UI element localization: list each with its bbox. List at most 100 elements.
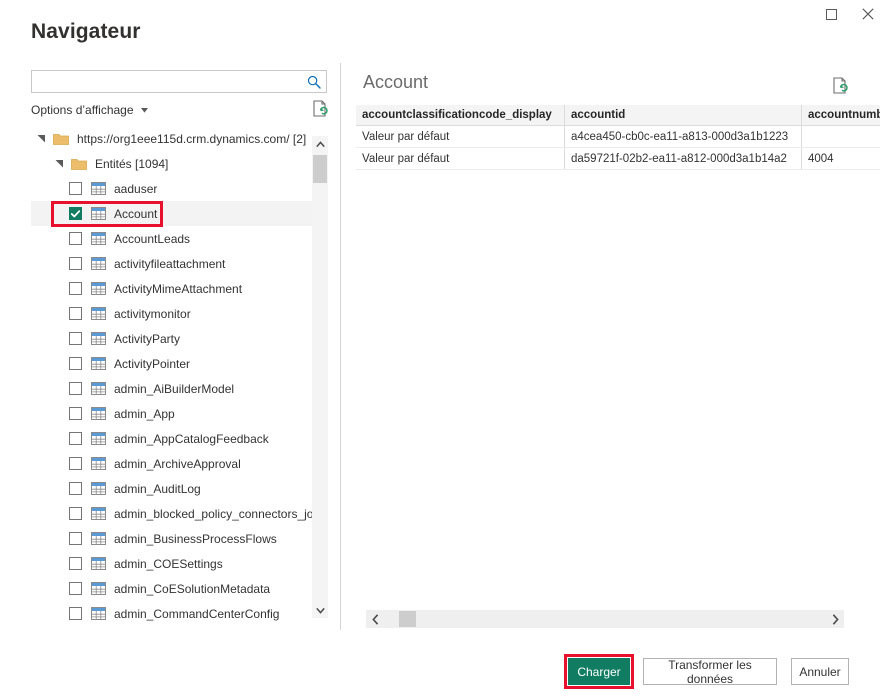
scroll-left-button[interactable] [366,610,384,628]
entity-checkbox[interactable] [69,507,82,520]
entity-checkbox[interactable] [69,407,82,420]
tree-item-admin-blocked-policy-connectors-join[interactable]: admin_blocked_policy_connectors_join [31,501,328,526]
expand-collapse-icon[interactable] [53,158,65,170]
table-icon [91,457,106,470]
tree-item-admin-coesolutionmetadata[interactable]: admin_CoESolutionMetadata [31,576,328,601]
tree-item-activityparty[interactable]: ActivityParty [31,326,328,351]
maximize-icon [825,8,837,20]
entity-checkbox[interactable] [69,307,82,320]
table-icon [91,357,106,370]
table-icon [91,282,106,295]
tree-item-aaduser[interactable]: aaduser [31,176,328,201]
table-row[interactable]: Valeur par défaut a4cea450-cb0c-ea11-a81… [356,125,880,148]
entity-checkbox[interactable] [69,282,82,295]
search-input[interactable] [32,71,304,92]
chevron-left-icon [371,613,378,625]
tree-item-label: admin_CoESolutionMetadata [114,581,271,596]
entity-checkbox[interactable] [69,457,82,470]
entity-checkbox[interactable] [69,332,82,345]
entity-checkbox[interactable] [69,432,82,445]
tree-item-activitypointer[interactable]: ActivityPointer [31,351,328,376]
cancel-button[interactable]: Annuler [791,658,849,685]
close-button[interactable] [845,0,880,28]
folder-icon [53,132,69,146]
column-header[interactable]: accountclassificationcode_display [356,105,565,126]
table-cell: Valeur par défaut [356,125,565,148]
transform-data-button[interactable]: Transformer les données [643,658,777,686]
tree-item-admin-appcatalogfeedback[interactable]: admin_AppCatalogFeedback [31,426,328,451]
tree-item-admin-coesettings[interactable]: admin_COESettings [31,551,328,576]
entity-checkbox[interactable] [69,357,82,370]
tree-item-label: admin_blocked_policy_connectors_join [114,506,323,521]
table-row[interactable]: Valeur par défaut da59721f-02b2-ea11-a81… [356,147,880,170]
entity-checkbox[interactable] [69,482,82,495]
tree-item-label: activityfileattachment [114,256,226,271]
table-icon [91,407,106,420]
entity-checkbox[interactable] [69,532,82,545]
tree-item-label: admin_CommandCenterConfig [114,606,280,621]
entity-tree[interactable]: https://org1eee115d.crm.dynamics.com/ [2… [31,126,328,630]
tree-item-label: aaduser [114,181,158,196]
tree-item-account[interactable]: Account [31,201,328,226]
tree-item-label: admin_COESettings [114,556,223,571]
display-options-dropdown[interactable]: Options d’affichage [31,103,149,117]
scroll-up-button[interactable] [312,136,328,152]
table-cell: a4cea450-cb0c-ea11-a813-000d3a1b1223 [564,125,802,148]
table-icon [91,257,106,270]
table-cell: da59721f-02b2-ea11-a812-000d3a1b14a2 [564,147,802,170]
search-box[interactable] [31,70,327,93]
tree-item-label: AccountLeads [114,231,191,246]
preview-title: Account [363,72,429,92]
preview-table-head: accountclassificationcode_display accoun… [356,105,880,126]
tree-item-accountleads[interactable]: AccountLeads [31,226,328,251]
close-icon [862,8,874,20]
column-header[interactable]: accountnumb [801,105,880,126]
table-icon [91,332,106,345]
entity-checkbox[interactable] [69,207,82,220]
preview-table: accountclassificationcode_display accoun… [356,105,880,170]
entity-checkbox[interactable] [69,582,82,595]
entity-checkbox[interactable] [69,557,82,570]
tree-vertical-scrollbar[interactable] [312,136,328,618]
entity-checkbox[interactable] [69,232,82,245]
entity-checkbox[interactable] [69,182,82,195]
tree-item-admin-aibuildermodel[interactable]: admin_AiBuilderModel [31,376,328,401]
tree-group-label: Entités [1094] [95,156,169,171]
tree-item-admin-archiveapproval[interactable]: admin_ArchiveApproval [31,451,328,476]
tree-item-activityfileattachment[interactable]: activityfileattachment [31,251,328,276]
tree-scroll-thumb[interactable] [313,155,327,183]
expand-collapse-icon[interactable] [35,133,47,145]
tree-item-list: aaduser Account AccountLeads activityfileat… [31,176,328,626]
tree-item-admin-auditlog[interactable]: admin_AuditLog [31,476,328,501]
entity-checkbox[interactable] [69,607,82,620]
table-icon [91,307,106,320]
table-cell [801,125,880,148]
column-header[interactable]: accountid [564,105,802,126]
preview-horizontal-scrollbar[interactable] [366,610,844,628]
tree-item-admin-businessprocessflows[interactable]: admin_BusinessProcessFlows [31,526,328,551]
tree-item-activitymimeattachment[interactable]: ActivityMimeAttachment [31,276,328,301]
tree-group-row[interactable]: Entités [1094] [31,151,328,176]
entity-checkbox[interactable] [69,257,82,270]
entity-checkbox[interactable] [69,382,82,395]
tree-item-admin-commandcenterconfig[interactable]: admin_CommandCenterConfig [31,601,328,626]
table-cell: Valeur par défaut [356,147,565,170]
scroll-right-button[interactable] [826,610,844,628]
chevron-up-icon [315,140,325,147]
search-icon[interactable] [305,73,323,90]
tree-item-label: ActivityPointer [114,356,191,371]
tree-item-activitymonitor[interactable]: activitymonitor [31,301,328,326]
document-refresh-icon[interactable] [830,76,850,96]
scroll-down-button[interactable] [312,602,328,618]
tree-item-label: admin_AuditLog [114,481,201,496]
tree-item-admin-app[interactable]: admin_App [31,401,328,426]
table-icon [91,432,106,445]
load-button[interactable]: Charger [568,658,630,685]
tree-root-row[interactable]: https://org1eee115d.crm.dynamics.com/ [2… [31,126,328,151]
table-cell: 4004 [801,147,880,170]
table-icon [91,382,106,395]
table-icon [91,607,106,620]
table-icon [91,182,106,195]
document-refresh-icon[interactable] [310,99,330,119]
preview-scroll-thumb[interactable] [399,611,416,627]
